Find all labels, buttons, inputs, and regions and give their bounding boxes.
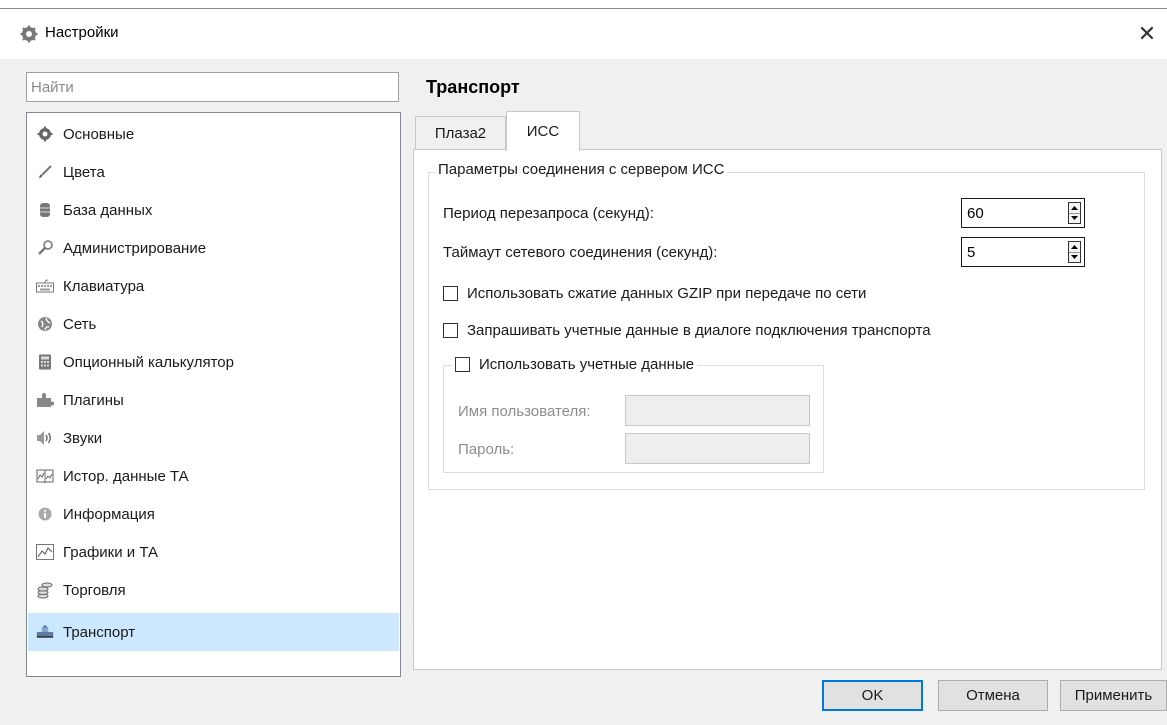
nav-item-plugins[interactable]: Плагины [28,381,399,419]
nav-item-administration[interactable]: Администрирование [28,229,399,267]
spin-down-icon[interactable] [1069,252,1080,262]
nav-item-database[interactable]: База данных [28,191,399,229]
network-timeout-label: Таймаут сетевого соединения (секунд): [443,244,718,261]
close-button[interactable]: ✕ [1127,15,1167,53]
transport-icon [36,623,54,641]
use-credentials-checkbox[interactable] [455,357,470,372]
nav-label: Истор. данные ТА [63,467,189,485]
gzip-checkbox[interactable] [443,286,458,301]
password-field[interactable] [625,433,810,464]
nav-item-historical-data[interactable]: Истор. данные ТА [28,457,399,495]
window-top-edge [0,0,1167,9]
nav-label: Торговля [63,581,126,599]
tab-iss[interactable]: ИСС [506,111,580,151]
page-title: Транспорт [426,77,520,97]
use-credentials-checkbox-label[interactable]: Использовать учетные данные [479,356,694,373]
calculator-icon [36,353,54,371]
database-icon [36,201,54,219]
keyboard-icon [36,277,54,295]
gear-icon [20,25,38,43]
nav-item-charts[interactable]: Графики и ТА [28,533,399,571]
nav-label: Графики и ТА [63,543,159,561]
retry-period-value[interactable]: 60 [967,205,984,222]
ask-credentials-checkbox-label[interactable]: Запрашивать учетные данные в диалоге под… [467,322,931,339]
nav-label: Администрирование [63,239,207,257]
nav-item-options-calculator[interactable]: Опционный калькулятор [28,343,399,381]
nav-label: Информация [63,505,155,523]
nav-item-transport[interactable]: Транспорт [28,613,399,651]
nav-label: Цвета [63,163,105,181]
retry-period-stepper[interactable] [1068,202,1081,224]
nav-label: База данных [63,201,153,219]
coins-icon [36,581,54,599]
ask-credentials-checkbox-row[interactable]: Запрашивать учетные данные в диалоге под… [443,322,931,339]
nav-label: Сеть [63,315,97,333]
nav-label: Транспорт [63,623,136,641]
nav-item-information[interactable]: Информация [28,495,399,533]
credentials-group: Использовать учетные данные Имя пользова… [443,356,824,473]
nav-label: Звуки [63,429,103,447]
title-bar: Настройки ✕ [0,9,1167,59]
connection-params-group: Параметры соединения с сервером ИСС Пери… [428,161,1145,490]
password-label: Пароль: [458,441,515,458]
chart-icon [36,543,54,561]
apply-button[interactable]: Применить [1060,680,1167,711]
ask-credentials-checkbox[interactable] [443,323,458,338]
connection-params-legend: Параметры соединения с сервером ИСС [435,161,728,178]
username-label: Имя пользователя: [458,403,591,420]
retry-period-label: Период перезапроса (секунд): [443,205,654,222]
info-icon [36,505,54,523]
nav-item-keyboard[interactable]: Клавиатура [28,267,399,305]
spin-down-icon[interactable] [1069,213,1080,223]
book-icon [36,467,54,485]
nav-item-trading[interactable]: Торговля [28,571,399,609]
ok-button[interactable]: OK [822,680,923,711]
gzip-checkbox-row[interactable]: Использовать сжатие данных GZIP при пере… [443,285,866,302]
network-timeout-spinbox[interactable]: 5 [961,237,1085,267]
use-credentials-checkbox-row[interactable]: Использовать учетные данные [452,356,698,373]
settings-category-list[interactable]: Основные Цвета База данных Администриров… [26,112,401,677]
gear-icon [36,125,54,143]
nav-label: Опционный калькулятор [63,353,234,371]
speaker-icon [36,429,54,447]
network-timeout-stepper[interactable] [1068,241,1081,263]
tab-panel-iss: Параметры соединения с сервером ИСС Пери… [413,149,1162,670]
nav-item-network[interactable]: Сеть [28,305,399,343]
nav-item-general[interactable]: Основные [28,115,399,153]
username-field[interactable] [625,395,810,426]
cancel-button[interactable]: Отмена [938,680,1048,711]
retry-period-spinbox[interactable]: 60 [961,198,1085,228]
nav-label: Клавиатура [63,277,145,295]
brush-icon [36,163,54,181]
puzzle-icon [36,391,54,409]
nav-label: Плагины [63,391,124,409]
nav-label: Основные [63,125,135,143]
search-input[interactable] [26,72,399,102]
gzip-checkbox-label[interactable]: Использовать сжатие данных GZIP при пере… [467,285,866,302]
nav-item-colors[interactable]: Цвета [28,153,399,191]
wrench-icon [36,239,54,257]
window-title: Настройки [45,24,119,41]
network-timeout-value[interactable]: 5 [967,244,975,261]
network-icon [36,315,54,333]
nav-item-sounds[interactable]: Звуки [28,419,399,457]
tab-plaza2[interactable]: Плаза2 [415,116,506,150]
